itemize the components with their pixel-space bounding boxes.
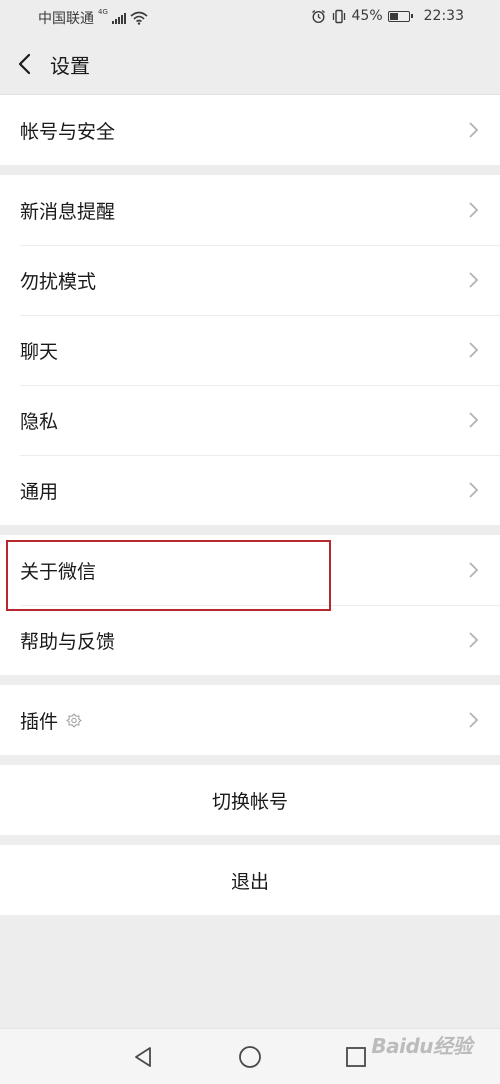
alarm-icon [311, 9, 325, 23]
chevron-right-icon [469, 342, 479, 358]
vibrate-icon [332, 9, 345, 23]
chevron-right-icon [469, 202, 479, 218]
chevron-right-icon [469, 122, 479, 138]
settings-item-privacy[interactable]: 隐私 [0, 385, 500, 455]
chevron-right-icon [469, 412, 479, 428]
settings-item-chat[interactable]: 聊天 [0, 315, 500, 385]
nav-header: 设置 [0, 34, 500, 95]
settings-item-label: 插件 [20, 707, 82, 734]
status-bar: 中国联通 4G 45% 22:33 [0, 0, 500, 34]
back-button[interactable] [12, 48, 42, 80]
settings-item-label: 帮助与反馈 [20, 630, 116, 653]
chevron-right-icon [469, 712, 479, 728]
carrier-name: 中国联通 [38, 11, 94, 27]
logout-button[interactable]: 退出 [0, 845, 500, 915]
settings-item-label: 通用 [20, 480, 59, 503]
nav-recents-icon[interactable] [344, 1045, 368, 1069]
signal-icon [111, 12, 126, 24]
chevron-right-icon [469, 632, 479, 648]
settings-item-plugins[interactable]: 插件 [0, 685, 500, 755]
plugin-icon [66, 713, 82, 728]
chevron-left-icon [18, 53, 31, 75]
nav-back-icon[interactable] [131, 1045, 155, 1069]
battery-percent: 45% [351, 8, 383, 24]
settings-item-do-not-disturb[interactable]: 勿扰模式 [0, 245, 500, 315]
battery-icon [387, 10, 413, 22]
settings-item-account-security[interactable]: 帐号与安全 [0, 95, 500, 165]
group-plugins: 插件 [0, 685, 500, 755]
group-general: 新消息提醒 勿扰模式 聊天 隐私 通用 [0, 175, 500, 525]
settings-item-help-feedback[interactable]: 帮助与反馈 [0, 605, 500, 675]
clock: 22:33 [423, 8, 464, 24]
nav-home-icon[interactable] [238, 1045, 262, 1069]
settings-item-label: 隐私 [20, 410, 59, 433]
highlight-annotation [6, 540, 331, 611]
settings-item-notifications[interactable]: 新消息提醒 [0, 175, 500, 245]
chevron-right-icon [469, 562, 479, 578]
page-title: 设置 [50, 54, 90, 78]
settings-item-general[interactable]: 通用 [0, 455, 500, 525]
chevron-right-icon [469, 272, 479, 288]
status-right: 45% 22:33 [311, 8, 464, 24]
settings-item-label: 新消息提醒 [20, 200, 116, 223]
settings-screen: 中国联通 4G 45% 22:33 设置 帐号与安全 新消息提醒 勿扰模式 聊天… [0, 0, 500, 1084]
wifi-icon [130, 11, 148, 25]
chevron-right-icon [469, 482, 479, 498]
status-left: 中国联通 4G [38, 8, 148, 28]
network-type: 4G [98, 8, 108, 16]
plugins-label-text: 插件 [20, 710, 59, 733]
baidu-watermark: Baidu经验 [371, 1034, 472, 1058]
switch-account-button[interactable]: 切换帐号 [0, 765, 500, 835]
settings-item-label: 帐号与安全 [20, 120, 116, 143]
settings-item-label: 勿扰模式 [20, 270, 97, 293]
settings-item-label: 聊天 [20, 340, 59, 363]
group-account: 帐号与安全 [0, 95, 500, 165]
